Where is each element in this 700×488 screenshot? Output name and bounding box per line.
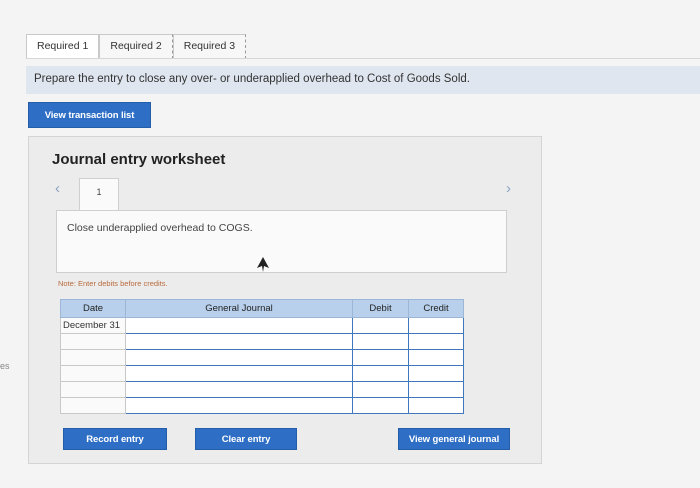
instruction-text: Prepare the entry to close any over- or … bbox=[34, 73, 470, 85]
account-input[interactable] bbox=[125, 317, 353, 334]
credit-input[interactable] bbox=[408, 349, 464, 366]
debit-input[interactable] bbox=[352, 317, 409, 334]
worksheet-title: Journal entry worksheet bbox=[52, 151, 226, 168]
requirement-tabs: Required 1 Required 2 Required 3 bbox=[26, 34, 247, 59]
table-row bbox=[60, 365, 464, 382]
account-input[interactable] bbox=[125, 349, 353, 366]
record-entry-button[interactable]: Record entry bbox=[63, 428, 167, 450]
debit-input[interactable] bbox=[352, 381, 409, 398]
tab-required-2[interactable]: Required 2 bbox=[99, 34, 173, 59]
table-row: December 31 bbox=[60, 317, 464, 334]
account-input[interactable] bbox=[125, 333, 353, 350]
column-header-general-journal: General Journal bbox=[125, 299, 353, 318]
view-general-journal-button[interactable]: View general journal bbox=[398, 428, 510, 450]
journal-header-row: Date General Journal Debit Credit bbox=[60, 299, 464, 318]
column-header-date: Date bbox=[60, 299, 126, 318]
account-input[interactable] bbox=[125, 365, 353, 382]
tab-required-3[interactable]: Required 3 bbox=[172, 34, 247, 59]
account-input[interactable] bbox=[125, 381, 353, 398]
entry-description: Close underapplied overhead to COGS. bbox=[67, 222, 253, 234]
date-cell bbox=[60, 381, 126, 398]
account-input[interactable] bbox=[125, 397, 353, 414]
debit-input[interactable] bbox=[352, 333, 409, 350]
table-row bbox=[60, 381, 464, 398]
debit-input[interactable] bbox=[352, 397, 409, 414]
column-header-debit: Debit bbox=[352, 299, 409, 318]
tab-divider bbox=[26, 58, 700, 59]
table-row bbox=[60, 333, 464, 350]
edge-text: es bbox=[0, 361, 10, 371]
column-header-credit: Credit bbox=[408, 299, 464, 318]
debit-input[interactable] bbox=[352, 365, 409, 382]
date-cell bbox=[60, 333, 126, 350]
credit-input[interactable] bbox=[408, 397, 464, 414]
table-row bbox=[60, 349, 464, 366]
journal-table: Date General Journal Debit Credit Decemb… bbox=[60, 299, 464, 414]
entry-description-box: Close underapplied overhead to COGS. bbox=[56, 210, 507, 273]
clear-entry-button[interactable]: Clear entry bbox=[195, 428, 297, 450]
date-cell bbox=[60, 397, 126, 414]
table-row bbox=[60, 397, 464, 414]
instruction-bar: Prepare the entry to close any over- or … bbox=[26, 66, 700, 94]
date-cell: December 31 bbox=[60, 317, 126, 334]
chevron-left-icon[interactable]: ‹ bbox=[55, 180, 60, 197]
entry-tab-1[interactable]: 1 bbox=[79, 178, 119, 210]
note-text: Note: Enter debits before credits. bbox=[58, 279, 168, 288]
credit-input[interactable] bbox=[408, 381, 464, 398]
credit-input[interactable] bbox=[408, 317, 464, 334]
view-transaction-list-button[interactable]: View transaction list bbox=[28, 102, 151, 128]
credit-input[interactable] bbox=[408, 365, 464, 382]
date-cell bbox=[60, 349, 126, 366]
debit-input[interactable] bbox=[352, 349, 409, 366]
mouse-cursor-icon bbox=[257, 257, 269, 272]
tab-required-1[interactable]: Required 1 bbox=[26, 34, 100, 59]
credit-input[interactable] bbox=[408, 333, 464, 350]
date-cell bbox=[60, 365, 126, 382]
chevron-right-icon[interactable]: › bbox=[506, 180, 511, 197]
